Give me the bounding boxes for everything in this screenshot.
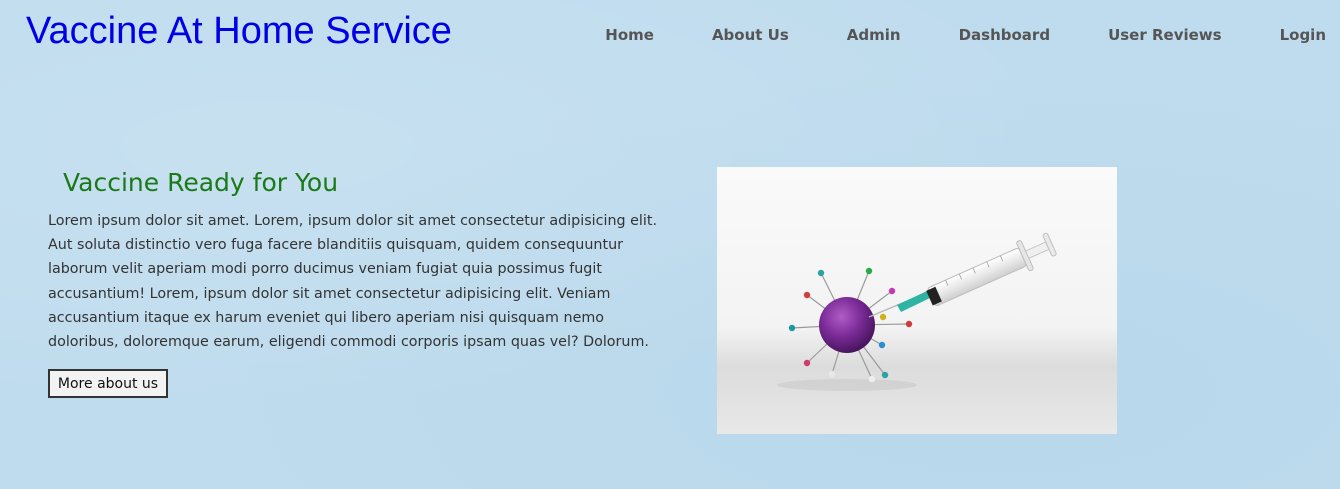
nav-home[interactable]: Home [605,26,654,44]
nav-dashboard[interactable]: Dashboard [959,26,1050,44]
nav-user-reviews[interactable]: User Reviews [1108,26,1222,44]
more-about-us-button[interactable]: More about us [48,369,168,398]
main-nav: Home About Us Admin Dashboard User Revie… [547,26,1326,44]
nav-about-us[interactable]: About Us [712,26,789,44]
hero-title: Vaccine Ready for You [63,168,339,197]
virus-syringe-illustration [777,232,1057,391]
nav-login[interactable]: Login [1280,26,1326,44]
hero-description: Lorem ipsum dolor sit amet. Lorem, ipsum… [48,213,658,351]
virus-syringe-image [717,167,1117,434]
nav-admin[interactable]: Admin [847,26,901,44]
site-brand[interactable]: Vaccine At Home Service [26,10,452,53]
